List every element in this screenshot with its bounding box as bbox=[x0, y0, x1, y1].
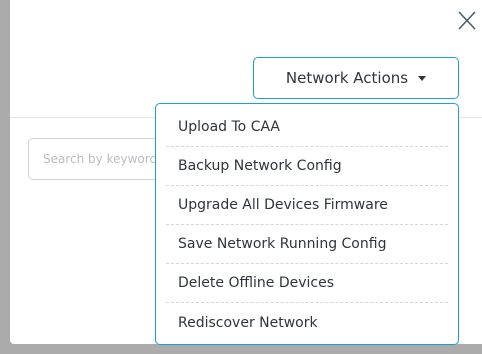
menu-item-delete-offline-devices[interactable]: Delete Offline Devices bbox=[166, 264, 448, 303]
menu-item-upgrade-all-devices-firmware[interactable]: Upgrade All Devices Firmware bbox=[166, 186, 448, 225]
network-actions-menu: Upload To CAA Backup Network Config Upgr… bbox=[155, 103, 459, 345]
menu-item-rediscover-network[interactable]: Rediscover Network bbox=[166, 303, 448, 342]
caret-down-icon bbox=[418, 75, 427, 81]
menu-item-save-network-running-config[interactable]: Save Network Running Config bbox=[166, 225, 448, 264]
close-icon bbox=[458, 11, 476, 30]
network-actions-button[interactable]: Network Actions bbox=[253, 57, 459, 99]
close-button[interactable] bbox=[454, 8, 480, 34]
menu-item-upload-to-caa[interactable]: Upload To CAA bbox=[166, 108, 448, 147]
network-actions-label: Network Actions bbox=[285, 69, 409, 87]
menu-item-backup-network-config[interactable]: Backup Network Config bbox=[166, 147, 448, 186]
